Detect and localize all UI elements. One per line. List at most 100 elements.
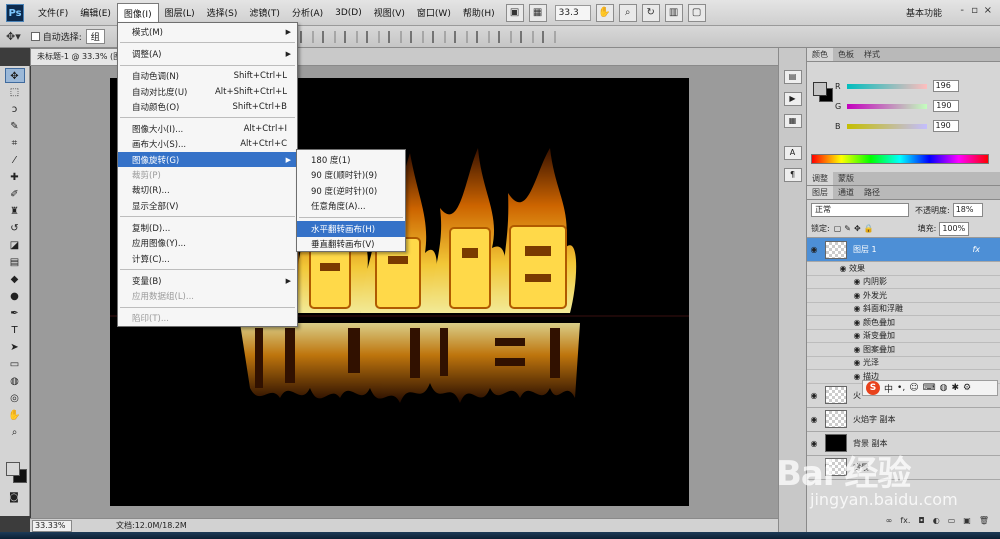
distribute-top-icon[interactable]	[432, 31, 446, 43]
ime-mode-label[interactable]: 中	[884, 382, 893, 395]
image-menu-item[interactable]: 计算(C)...	[118, 251, 297, 266]
ime-skin-icon[interactable]: ◍	[940, 383, 948, 393]
effect-eye-icon[interactable]: ◉	[851, 318, 863, 327]
image-menu-item[interactable]: 画布大小(S)... Alt+Ctrl+C	[118, 137, 297, 152]
menu-select[interactable]: 选择(S)	[201, 3, 244, 22]
align-bottom-icon[interactable]	[344, 31, 358, 43]
3d-orbit-tool-icon[interactable]: ◎	[5, 391, 25, 406]
document-size-info[interactable]: 文档:12.0M/18.2M	[116, 520, 187, 531]
image-menu-item[interactable]: 自动对比度(U) Alt+Shift+Ctrl+L	[118, 84, 297, 99]
menu-analysis[interactable]: 分析(A)	[286, 3, 329, 22]
tab-adjustments[interactable]: 调整	[807, 172, 833, 185]
rotation-menu-item[interactable]: 水平翻转画布(H)	[297, 221, 405, 237]
rotation-menu-item[interactable]: 任意角度(A)...	[297, 199, 405, 215]
new-group-icon[interactable]: ▭	[948, 516, 956, 525]
minimize-button[interactable]: -	[960, 5, 964, 16]
image-menu-item[interactable]: 模式(M) ▶	[118, 24, 297, 39]
3d-rotate-tool-icon[interactable]: ◍	[5, 374, 25, 389]
layer-visibility-eye-icon[interactable]: ◉	[807, 245, 821, 254]
menu-edit[interactable]: 编辑(E)	[74, 3, 117, 22]
add-style-icon[interactable]: fx.	[900, 516, 910, 525]
history-brush-tool-icon[interactable]: ↺	[5, 221, 25, 236]
green-value-field[interactable]: 190	[933, 100, 960, 112]
align-left-icon[interactable]	[366, 31, 380, 43]
menu-view[interactable]: 视图(V)	[368, 3, 411, 22]
effect-row[interactable]: ◉ 渐变叠加	[807, 330, 1000, 343]
delete-layer-icon[interactable]: 🗑	[979, 516, 989, 525]
effect-eye-icon[interactable]: ◉	[851, 345, 863, 354]
pen-tool-icon[interactable]: ✒	[5, 306, 25, 321]
menu-help[interactable]: 帮助(H)	[457, 3, 501, 22]
image-menu-item[interactable]: 应用图像(Y)...	[118, 236, 297, 251]
eyedropper-tool-icon[interactable]: ⁄	[5, 153, 25, 168]
image-menu-item[interactable]: 图像大小(I)... Alt+Ctrl+I	[118, 121, 297, 136]
swatches-panel-icon[interactable]: ▦	[783, 114, 802, 128]
crop-tool-icon[interactable]: ⌗	[5, 136, 25, 151]
effect-eye-icon[interactable]: ◉	[851, 331, 863, 340]
distribute-right-icon[interactable]	[542, 31, 556, 43]
brush-tool-icon[interactable]: ✐	[5, 187, 25, 202]
effects-header-row[interactable]: ◉ 效果	[807, 262, 1000, 276]
distribute-vcenter-icon[interactable]	[454, 31, 468, 43]
tab-layers[interactable]: 图层	[807, 186, 833, 199]
image-menu-item[interactable]: 复制(D)...	[118, 220, 297, 235]
effect-row[interactable]: ◉ 斜面和浮雕	[807, 303, 1000, 316]
layer-row-selected[interactable]: ◉ 图层 1 fx	[807, 238, 1000, 262]
tab-channels[interactable]: 通道	[833, 186, 859, 199]
red-slider[interactable]	[846, 83, 927, 89]
rotation-menu-item[interactable]: 90 度(逆时针)(0)	[297, 183, 405, 199]
dodge-tool-icon[interactable]: ●	[5, 289, 25, 304]
rotation-menu-item[interactable]: 90 度(顺时针)(9)	[297, 168, 405, 184]
zoom-icon[interactable]: ⌕	[5, 425, 25, 440]
character-panel-icon[interactable]: A	[783, 146, 802, 160]
effect-row[interactable]: ◉ 颜色叠加	[807, 316, 1000, 330]
screen-mode-icon[interactable]: ▢	[687, 3, 706, 22]
ime-emoji-icon[interactable]: ☺	[909, 383, 918, 393]
status-zoom-field[interactable]: 33.33%	[32, 519, 72, 532]
effect-eye-icon[interactable]: ◉	[851, 358, 863, 367]
effects-eye-icon[interactable]: ◉	[837, 264, 849, 273]
effect-row[interactable]: ◉ 内阴影	[807, 276, 1000, 289]
lock-all-icon[interactable]: 🔒	[864, 224, 874, 233]
zoom-level-field[interactable]: 33.3	[554, 4, 591, 21]
opacity-field[interactable]: 18%	[952, 203, 983, 217]
color-panel-foreground-swatch[interactable]	[813, 82, 827, 96]
gradient-tool-icon[interactable]: ▤	[5, 255, 25, 270]
sogou-ime-icon[interactable]: S	[866, 381, 880, 395]
distribute-hcenter-icon[interactable]	[520, 31, 534, 43]
menu-filter[interactable]: 滤镜(T)	[243, 3, 286, 22]
image-menu-item[interactable]: 变量(B) ▶	[118, 273, 297, 288]
layer-fx-icon[interactable]: fx	[972, 245, 980, 254]
paragraph-panel-icon[interactable]: ¶	[783, 168, 802, 182]
effect-eye-icon[interactable]: ◉	[851, 304, 863, 313]
ime-tools-icon[interactable]: ✱	[951, 383, 959, 393]
blue-slider[interactable]	[846, 123, 927, 129]
move-tool-preset-icon[interactable]: ✥▾	[6, 30, 21, 43]
layer-visibility-eye-icon[interactable]: ◉	[807, 391, 821, 400]
effect-row[interactable]: ◉ 光泽	[807, 357, 1000, 370]
bridge-icon[interactable]: ▣	[505, 3, 524, 22]
rotate-view-icon[interactable]: ↻	[641, 3, 660, 22]
image-menu-item[interactable]: 自动颜色(O) Shift+Ctrl+B	[118, 99, 297, 114]
marquee-tool-icon[interactable]: ⬚	[5, 85, 25, 100]
healing-brush-tool-icon[interactable]: ✚	[5, 170, 25, 185]
blur-tool-icon[interactable]: ◆	[5, 272, 25, 287]
image-menu-item[interactable]: 裁切(R)...	[118, 183, 297, 198]
auto-select-dropdown[interactable]: 组	[85, 29, 105, 44]
ime-keyboard-icon[interactable]: ⌨	[923, 383, 936, 393]
hand-tool-icon[interactable]: ✋	[595, 3, 614, 22]
tab-swatches[interactable]: 色板	[833, 48, 859, 61]
new-adjustment-icon[interactable]: ◐	[933, 516, 940, 525]
shape-tool-icon[interactable]: ▭	[5, 357, 25, 372]
move-tool-icon[interactable]: ✥	[4, 68, 25, 83]
menu-file[interactable]: 文件(F)	[32, 3, 74, 22]
align-hcenter-icon[interactable]	[388, 31, 402, 43]
add-mask-icon[interactable]: ◘	[918, 516, 924, 525]
lock-position-icon[interactable]: ✥	[854, 224, 861, 233]
menu-3d[interactable]: 3D(D)	[329, 5, 368, 21]
effect-row[interactable]: ◉ 外发光	[807, 289, 1000, 303]
distribute-bottom-icon[interactable]	[476, 31, 490, 43]
type-tool-icon[interactable]: T	[5, 323, 25, 338]
tab-paths[interactable]: 路径	[859, 186, 885, 199]
tab-masks[interactable]: 蒙版	[833, 172, 859, 185]
